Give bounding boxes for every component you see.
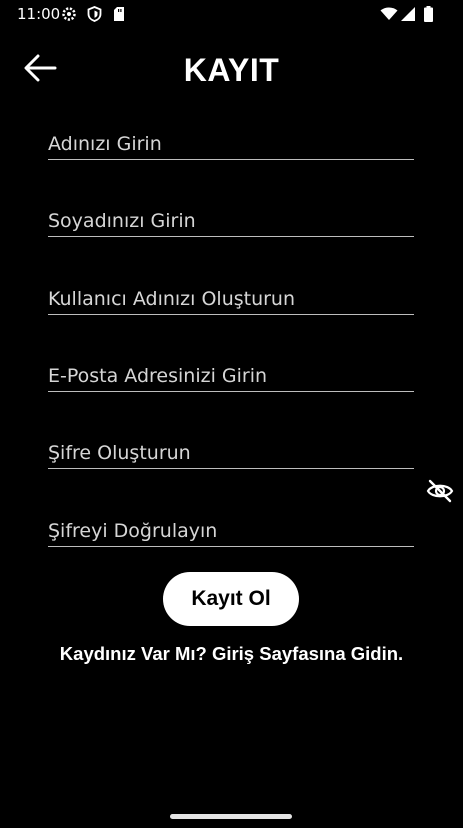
email-field[interactable] bbox=[48, 357, 414, 392]
password-visibility-toggle[interactable] bbox=[424, 479, 456, 507]
shield-icon bbox=[87, 6, 102, 27]
login-link[interactable]: Kaydınız Var Mı? Giriş Sayfasına Gidin. bbox=[0, 643, 463, 665]
first-name-input[interactable] bbox=[48, 133, 414, 155]
confirm-password-field[interactable] bbox=[48, 512, 414, 547]
wifi-icon bbox=[380, 6, 398, 27]
battery-icon bbox=[424, 6, 433, 27]
signal-icon bbox=[401, 6, 416, 27]
page-title: KAYIT bbox=[183, 52, 280, 88]
sd-card-icon bbox=[113, 6, 125, 27]
username-input[interactable] bbox=[48, 288, 414, 310]
last-name-input[interactable] bbox=[48, 210, 414, 232]
email-input[interactable] bbox=[48, 365, 414, 387]
app-bar: KAYIT bbox=[0, 40, 463, 100]
password-input[interactable] bbox=[48, 442, 414, 464]
username-field[interactable] bbox=[48, 280, 414, 315]
last-name-field[interactable] bbox=[48, 202, 414, 237]
eye-off-icon bbox=[426, 479, 454, 508]
status-bar: 11:00 bbox=[0, 0, 463, 28]
status-time: 11:00 bbox=[17, 5, 61, 23]
home-indicator[interactable] bbox=[170, 814, 292, 819]
register-button[interactable]: Kayıt Ol bbox=[163, 572, 299, 626]
confirm-password-input[interactable] bbox=[48, 520, 414, 542]
gear-icon bbox=[61, 6, 77, 27]
first-name-field[interactable] bbox=[48, 125, 414, 160]
password-field[interactable] bbox=[48, 434, 414, 469]
